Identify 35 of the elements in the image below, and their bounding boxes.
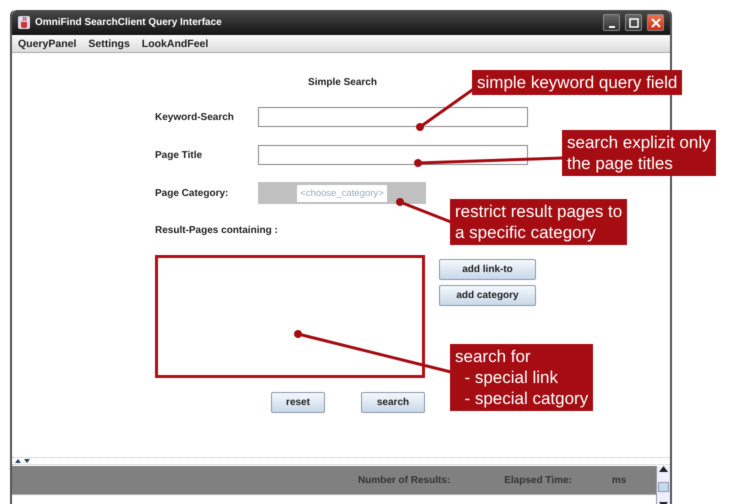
field-label: Page Title xyxy=(155,150,204,160)
status-label: ms xyxy=(612,474,626,486)
status-label: Number of Results: xyxy=(358,474,450,486)
arrows-icon xyxy=(15,458,33,464)
reset-button[interactable]: reset xyxy=(271,392,325,413)
minimize-button[interactable] xyxy=(603,14,620,31)
annotation-callout: search explizit only the page titles xyxy=(562,130,716,176)
minimize-icon xyxy=(608,26,614,28)
window-title: OmniFind SearchClient Query Interface xyxy=(35,17,223,28)
search-button[interactable]: search xyxy=(361,392,425,413)
add-button[interactable]: add category xyxy=(439,285,536,306)
cup-icon xyxy=(18,16,30,29)
maximize-button[interactable] xyxy=(625,14,642,31)
menu-item[interactable]: Settings xyxy=(88,38,130,50)
scroll-up-icon[interactable] xyxy=(659,466,668,472)
close-icon xyxy=(650,18,660,28)
text-field[interactable] xyxy=(258,107,528,127)
leader-line xyxy=(396,198,452,224)
criteria-area[interactable] xyxy=(155,255,425,378)
annotation-callout: search for - special link - special catgory xyxy=(450,344,594,411)
form-heading: Simple Search xyxy=(308,77,377,88)
menu-item[interactable]: QueryPanel xyxy=(18,38,76,50)
menu-item[interactable]: LookAndFeel xyxy=(142,38,208,50)
section-label: Result-Pages containing : xyxy=(155,225,278,236)
text-field[interactable] xyxy=(258,145,528,165)
field-label: Keyword-Search xyxy=(155,112,235,122)
scrollbar[interactable] xyxy=(656,466,670,504)
maximize-icon xyxy=(628,18,638,28)
annotation-callout: simple keyword query field xyxy=(472,70,682,95)
close-button[interactable] xyxy=(647,14,664,31)
scroll-thumb[interactable] xyxy=(658,482,669,492)
add-button[interactable]: add link-to xyxy=(439,259,536,280)
annotation-callout: restrict result pages to a specific category xyxy=(450,199,628,245)
field-label: Page Category: xyxy=(155,188,230,198)
status-label: Elapsed Time: xyxy=(504,474,572,486)
